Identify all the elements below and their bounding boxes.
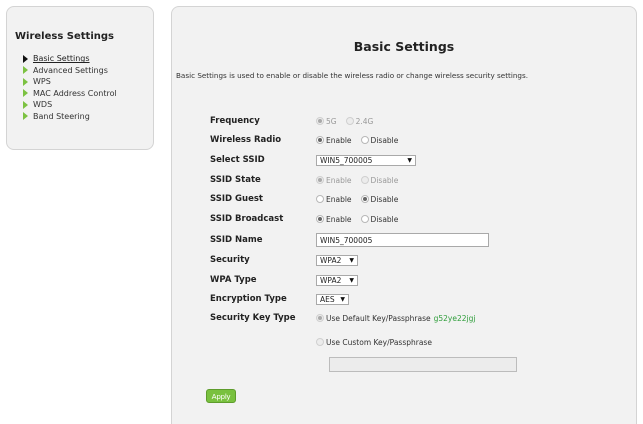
ssid-state-row: SSID State Enable Disable [210, 173, 407, 187]
sidebar-item-basic-settings[interactable]: Basic Settings [23, 53, 117, 65]
security-label: Security [210, 255, 250, 265]
ssid-guest-enable-label: Enable [326, 194, 352, 204]
sidebar-item-advanced-settings[interactable]: Advanced Settings [23, 65, 117, 77]
ssid-state-label: SSID State [210, 175, 261, 185]
frequency-row: Frequency 5G 2.4G [210, 114, 382, 128]
page-description: Basic Settings is used to enable or disa… [176, 71, 528, 80]
ssid-guest-disable-radio[interactable] [360, 195, 369, 203]
sidebar-item-label: WPS [33, 77, 51, 87]
sidebar-item-mac-address-control[interactable]: MAC Address Control [23, 88, 117, 100]
ssid-broadcast-disable-label: Disable [370, 214, 399, 224]
ssid-broadcast-enable-radio[interactable] [316, 215, 324, 223]
select-ssid-row: Select SSID WIN5_700005 ▼ [210, 153, 416, 167]
custom-key-input[interactable] [329, 357, 517, 372]
triangle-right-icon [23, 77, 28, 86]
ssid-broadcast-label: SSID Broadcast [210, 214, 284, 224]
ssid-guest-disable-label: Disable [370, 194, 399, 204]
wpa-type-row: WPA Type WPA2 ▼ [210, 273, 358, 287]
encryption-type-dropdown[interactable]: AES ▼ [316, 293, 349, 305]
sidebar-item-band-steering[interactable]: Band Steering [23, 111, 117, 123]
frequency-24g-label: 2.4G [355, 116, 374, 126]
default-passkey-value: g52ye22jgj [433, 313, 476, 323]
wireless-radio-label: Wireless Radio [210, 135, 282, 145]
sidebar-item-label: Band Steering [33, 111, 90, 121]
ssid-state-enable-label: Enable [326, 175, 352, 185]
ssid-name-value: WIN5_700005 [320, 235, 373, 245]
ssid-broadcast-disable-radio[interactable] [360, 215, 369, 223]
default-key-label: Use Default Key/Passphrase [326, 313, 431, 323]
triangle-right-icon [23, 112, 28, 121]
ssid-broadcast-control: Enable Disable [316, 215, 407, 224]
ssid-broadcast-row: SSID Broadcast Enable Disable [210, 212, 407, 226]
sidebar-item-label: Basic Settings [33, 54, 90, 64]
security-value: WPA2 [320, 255, 342, 265]
default-key-radio[interactable] [316, 314, 324, 322]
wpa-type-dropdown[interactable]: WPA2 ▼ [316, 274, 358, 286]
custom-key-control: Use Custom Key/Passphrase [316, 338, 432, 347]
apply-button[interactable]: Apply [206, 389, 236, 403]
wpa-type-value: WPA2 [320, 275, 342, 285]
dropdown-arrow-icon: ▼ [407, 156, 412, 164]
sidebar-panel: Wireless Settings Basic Settings Advance… [6, 6, 154, 150]
custom-key-row: Use Custom Key/Passphrase [316, 335, 432, 349]
main-panel: Basic Settings Basic Settings is used to… [171, 6, 637, 424]
ssid-guest-enable-radio[interactable] [316, 195, 324, 203]
wireless-radio-enable-label: Enable [326, 135, 352, 145]
sidebar-item-wps[interactable]: WPS [23, 76, 117, 88]
default-key-control: Use Default Key/Passphrase g52ye22jgj [316, 314, 475, 323]
triangle-right-icon [23, 89, 28, 98]
custom-key-label: Use Custom Key/Passphrase [326, 337, 432, 347]
sidebar-item-label: WDS [33, 100, 53, 110]
triangle-right-icon [23, 54, 28, 63]
dropdown-arrow-icon: ▼ [340, 295, 345, 303]
wireless-radio-disable-radio[interactable] [360, 136, 369, 144]
triangle-right-icon [23, 66, 28, 75]
ssid-name-input[interactable]: WIN5_700005 [316, 233, 489, 247]
ssid-state-enable-radio[interactable] [316, 176, 324, 184]
wireless-radio-disable-label: Disable [370, 135, 399, 145]
wireless-radio-enable-radio[interactable] [316, 136, 324, 144]
frequency-24g-radio[interactable] [345, 117, 354, 125]
wpa-type-label: WPA Type [210, 275, 257, 285]
encryption-type-label: Encryption Type [210, 294, 287, 304]
frequency-control: 5G 2.4G [316, 117, 382, 126]
encryption-type-row: Encryption Type AES ▼ [210, 292, 349, 306]
ssid-state-disable-radio[interactable] [360, 176, 369, 184]
ssid-guest-control: Enable Disable [316, 195, 407, 204]
frequency-5g-label: 5G [326, 116, 337, 126]
sidebar-item-label: Advanced Settings [33, 65, 108, 75]
ssid-state-control: Enable Disable [316, 176, 407, 185]
frequency-5g-radio[interactable] [316, 117, 324, 125]
ssid-name-label: SSID Name [210, 235, 263, 245]
security-key-type-label: Security Key Type [210, 313, 296, 323]
encryption-type-value: AES [320, 294, 335, 304]
ssid-guest-label: SSID Guest [210, 194, 263, 204]
ssid-name-row: SSID Name WIN5_700005 [210, 233, 489, 247]
dropdown-arrow-icon: ▼ [349, 276, 354, 284]
frequency-label: Frequency [210, 116, 260, 126]
sidebar-nav: Basic Settings Advanced Settings WPS MAC… [23, 53, 117, 122]
security-dropdown[interactable]: WPA2 ▼ [316, 254, 358, 266]
ssid-state-disable-label: Disable [370, 175, 399, 185]
custom-key-radio[interactable] [316, 338, 324, 346]
select-ssid-value: WIN5_700005 [320, 155, 373, 165]
select-ssid-label: Select SSID [210, 155, 265, 165]
triangle-right-icon [23, 100, 28, 109]
sidebar-item-label: MAC Address Control [33, 88, 117, 98]
ssid-broadcast-enable-label: Enable [326, 214, 352, 224]
sidebar-item-wds[interactable]: WDS [23, 99, 117, 111]
sidebar-title: Wireless Settings [15, 31, 114, 42]
security-key-type-row: Security Key Type Use Default Key/Passph… [210, 311, 475, 325]
ssid-guest-row: SSID Guest Enable Disable [210, 192, 407, 206]
select-ssid-dropdown[interactable]: WIN5_700005 ▼ [316, 154, 416, 166]
security-row: Security WPA2 ▼ [210, 253, 358, 267]
dropdown-arrow-icon: ▼ [349, 256, 354, 264]
wireless-radio-control: Enable Disable [316, 136, 407, 145]
wireless-radio-row: Wireless Radio Enable Disable [210, 133, 407, 147]
page-title: Basic Settings [353, 39, 455, 54]
